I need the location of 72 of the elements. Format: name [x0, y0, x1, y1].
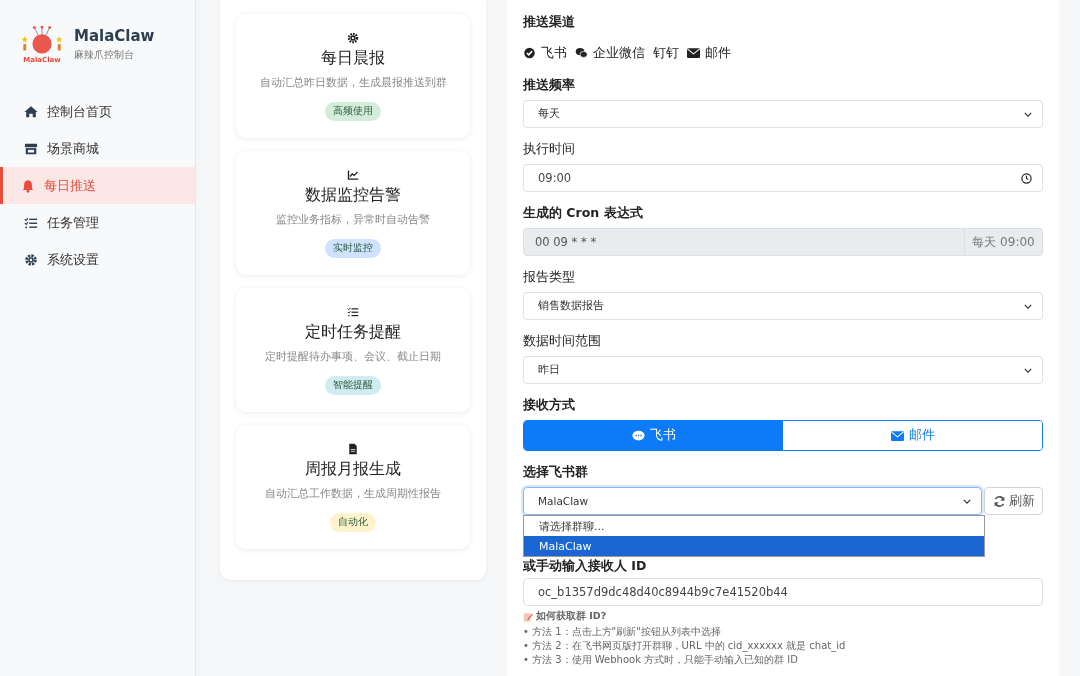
chevron-down-icon — [963, 498, 971, 504]
chevron-down-icon — [1024, 367, 1032, 373]
app-title: MalaClaw — [74, 26, 155, 45]
field-label: 或手动输入接收人 ID — [523, 558, 648, 574]
card-description: 自动汇总昨日数据，生成晨报推送到群 — [259, 75, 447, 90]
nav-item[interactable]: 场景商城 — [0, 130, 195, 167]
help-text: • 方法 3：使用 Webhook 方式时，只能手动输入已知的群 ID — [523, 653, 799, 667]
app-subtitle: 麻辣爪控制台 — [74, 47, 135, 62]
refresh-icon — [992, 494, 1006, 508]
gear-icon — [347, 32, 359, 44]
home-icon — [24, 104, 38, 119]
field-label: 接收方式 — [523, 397, 576, 413]
card-title: 每日晨报 — [321, 48, 385, 69]
list-check-icon — [24, 215, 38, 230]
receive-option-button[interactable]: 飞书 — [524, 421, 783, 450]
chevron-down-icon — [1024, 303, 1032, 309]
help-text: • 方法 1：点击上方"刷新"按钮从列表中选择 — [523, 625, 722, 639]
card-title: 定时任务提醒 — [305, 322, 401, 343]
chevron-down-icon — [1024, 111, 1032, 117]
nav-item[interactable]: 控制台首页 — [0, 93, 195, 130]
help-title: 如何获取群 ID? — [536, 610, 607, 623]
line-chart-icon — [347, 169, 359, 181]
dropdown-option[interactable]: 请选择群聊... — [524, 516, 984, 536]
field-label: 执行时间 — [523, 141, 576, 157]
channel-label: 飞书 — [541, 44, 567, 62]
envelope-icon — [687, 47, 700, 59]
receiver-id-field[interactable]: oc_b1357d9dc48d40c8944b9c7e41520b44 — [523, 578, 1043, 606]
tag: 高频使用 — [325, 102, 381, 121]
field-label: 报告类型 — [523, 269, 576, 285]
report-type-select[interactable]: 销售数据报告 — [523, 292, 1043, 320]
refresh-button[interactable]: 刷新 — [984, 487, 1043, 515]
chat-bubbles-icon — [575, 47, 588, 59]
tag: 实时监控 — [325, 239, 381, 258]
channel-label: 钉钉 — [653, 44, 679, 62]
tag: 自动化 — [330, 513, 376, 532]
time-range-select[interactable]: 昨日 — [523, 356, 1043, 384]
field-label: 推送渠道 — [523, 14, 576, 30]
nav-item[interactable]: 系统设置 — [0, 241, 195, 278]
bell-icon — [21, 178, 35, 193]
card-description: 自动汇总工作数据，生成周期性报告 — [265, 486, 441, 501]
channel-label: 企业微信 — [593, 44, 645, 62]
time-field[interactable]: 09:00 — [523, 164, 1043, 192]
group-select[interactable]: MalaClaw — [523, 487, 982, 515]
cron-description: 每天 09:00 — [965, 228, 1043, 256]
frequency-select[interactable]: 每天 — [523, 100, 1043, 128]
help-text: • 方法 2：在飞书网页版打开群聊，URL 中的 cid_xxxxxx 就是 chat_id — [523, 639, 847, 653]
memo-icon — [523, 611, 533, 622]
channel-label: 邮件 — [705, 44, 731, 62]
field-label: 推送频率 — [523, 77, 576, 93]
field-label: 数据时间范围 — [523, 333, 602, 349]
card-title: 数据监控告警 — [305, 185, 401, 206]
document-icon — [347, 443, 359, 455]
scenario-card[interactable]: 周报月报生成 自动汇总工作数据，生成周期性报告 自动化 — [236, 425, 470, 549]
chat-icon — [631, 429, 645, 442]
cron-field: 00 09 * * * — [523, 228, 965, 256]
card-description: 定时提醒待办事项、会议、截止日期 — [265, 349, 441, 364]
scenario-card[interactable]: 定时任务提醒 定时提醒待办事项、会议、截止日期 智能提醒 — [236, 288, 470, 412]
dropdown-option[interactable]: MalaClaw — [524, 536, 984, 556]
field-label: 选择飞书群 — [523, 464, 589, 480]
store-icon — [24, 141, 38, 156]
check-circle-icon — [523, 47, 536, 59]
list-check-icon — [347, 306, 359, 318]
nav-item[interactable]: 任务管理 — [0, 204, 195, 241]
settings-icon — [24, 252, 38, 267]
tag: 智能提醒 — [325, 376, 381, 395]
card-title: 周报月报生成 — [305, 459, 401, 480]
scenario-card[interactable]: 每日晨报 自动汇总昨日数据，生成晨报推送到群 高频使用 — [236, 14, 470, 138]
clock-icon — [1021, 172, 1032, 184]
field-label: 生成的 Cron 表达式 — [523, 205, 644, 221]
envelope-icon — [890, 429, 904, 442]
scenario-card[interactable]: 数据监控告警 监控业务指标，异常时自动告警 实时监控 — [236, 151, 470, 275]
card-description: 监控业务指标，异常时自动告警 — [276, 212, 430, 227]
